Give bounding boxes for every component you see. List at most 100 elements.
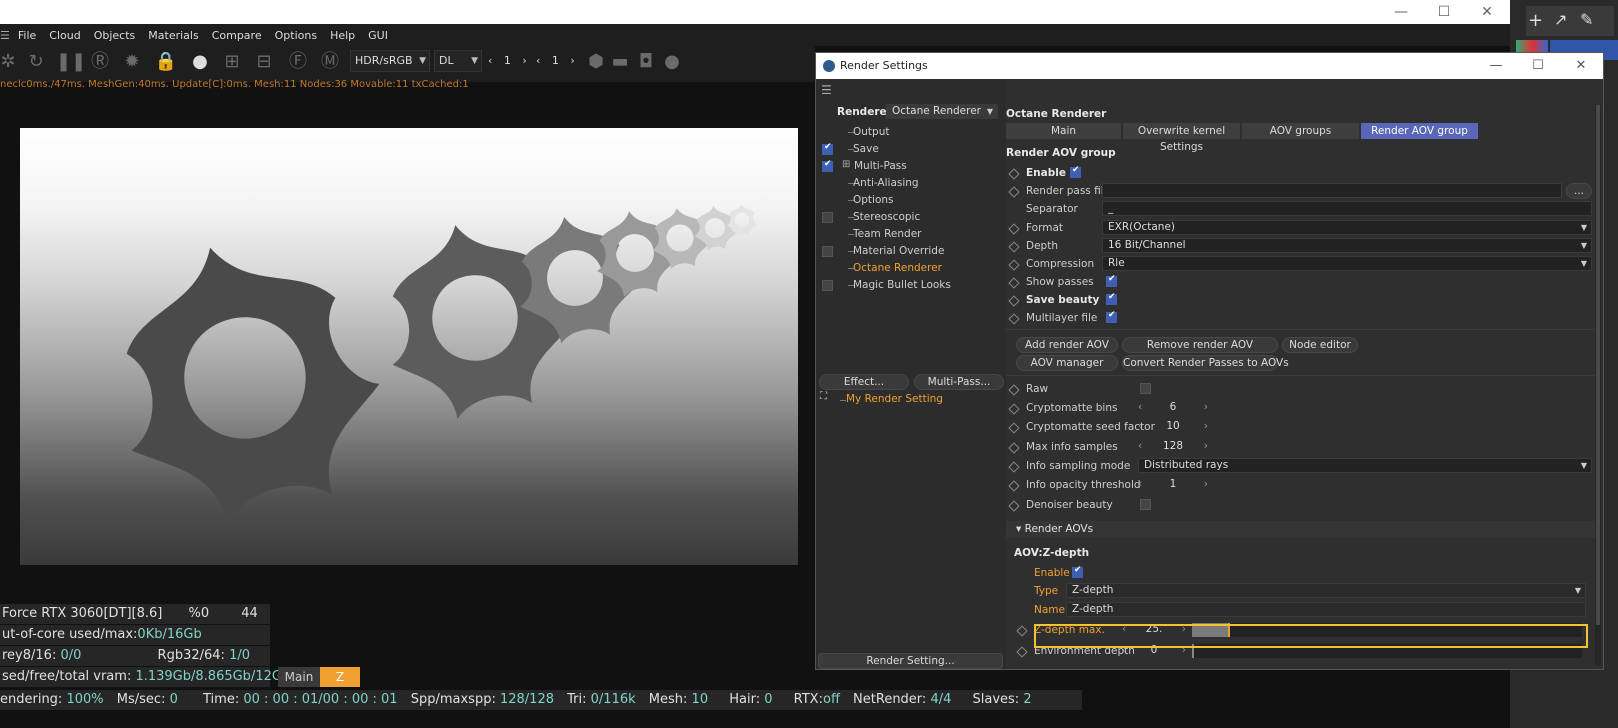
keyframe-diamond-icon[interactable] <box>1008 223 1020 235</box>
region-render-icon[interactable]: Ⓡ <box>88 50 112 74</box>
close-icon[interactable]: ✕ <box>1568 56 1594 76</box>
info-opacity-threshold-spinner[interactable]: ‹ 1 › <box>1138 477 1208 492</box>
tab-z[interactable]: Z <box>320 667 360 687</box>
menu-cloud[interactable]: Cloud <box>49 29 80 42</box>
multilayer-file-checkbox[interactable] <box>1106 310 1117 323</box>
tab-render-aov-group[interactable]: Render AOV group <box>1361 123 1478 139</box>
decrement-icon[interactable]: ‹ <box>1138 439 1142 454</box>
keyframe-diamond-icon[interactable] <box>1008 403 1020 415</box>
gear-icon[interactable]: ✲ <box>0 50 20 74</box>
plus-icon[interactable]: + <box>1528 10 1543 31</box>
format-select[interactable]: EXR(Octane) ▼ <box>1102 220 1592 235</box>
tab-overwrite-kernel[interactable]: Overwrite kernel Settings <box>1123 123 1240 153</box>
cryptomatte-seed-spinner[interactable]: ‹ 10 › <box>1138 419 1208 434</box>
color-space-select[interactable]: HDR/sRGB ▼ <box>350 50 430 72</box>
stereoscopic-checkbox[interactable] <box>822 212 833 223</box>
minimize-icon[interactable]: — <box>1483 56 1509 76</box>
tree-item-output[interactable]: Output <box>853 124 889 141</box>
menu-options[interactable]: Options <box>275 29 317 42</box>
menu-materials[interactable]: Materials <box>148 29 198 42</box>
aov-enable-checkbox[interactable] <box>1072 565 1083 578</box>
restart-icon[interactable]: ↻ <box>24 50 48 74</box>
magic-bullet-checkbox[interactable] <box>822 280 833 291</box>
arrow-icon[interactable]: ↗ <box>1554 10 1567 29</box>
keyframe-diamond-icon[interactable] <box>1008 168 1020 180</box>
keyframe-diamond-icon[interactable] <box>1008 259 1020 271</box>
tree-item-material-override[interactable]: Material Override <box>853 243 944 260</box>
decrement-icon[interactable]: ‹ <box>1138 400 1142 415</box>
settings-icon[interactable]: ✹ <box>120 50 144 74</box>
keyframe-diamond-icon[interactable] <box>1008 277 1020 289</box>
tree-item-octane-renderer[interactable]: Octane Renderer <box>853 260 942 277</box>
menu-compare[interactable]: Compare <box>212 29 262 42</box>
render-pass-file-input[interactable] <box>1102 183 1562 198</box>
circle-icon[interactable]: ● <box>660 50 684 74</box>
keyframe-diamond-icon[interactable] <box>1008 442 1020 454</box>
separator-input[interactable]: _ <box>1102 201 1592 216</box>
spinner-2[interactable]: ‹ 1 › <box>536 52 578 70</box>
render-setting-button[interactable]: Render Setting... <box>818 653 1003 669</box>
enable-checkbox[interactable] <box>1070 165 1081 178</box>
save-checkbox[interactable] <box>822 142 833 155</box>
menu-gui[interactable]: GUI <box>368 29 388 42</box>
maximize-icon[interactable]: ☐ <box>1433 2 1455 22</box>
film-icon[interactable]: ▬ <box>608 50 632 74</box>
node-editor-button[interactable]: Node editor <box>1282 337 1358 353</box>
increment-icon[interactable]: › <box>1204 419 1208 434</box>
expand-icon[interactable]: ⊞ <box>842 159 850 170</box>
denoiser-beauty-checkbox[interactable] <box>1140 499 1151 510</box>
tree-item-team-render[interactable]: Team Render <box>853 226 921 243</box>
minimize-icon[interactable]: — <box>1390 2 1412 22</box>
material-icon[interactable]: Ⓜ <box>318 50 342 74</box>
depth-select[interactable]: 16 Bit/Channel ▼ <box>1102 238 1592 253</box>
menu-objects[interactable]: Objects <box>94 29 136 42</box>
eyedropper-icon[interactable]: ✎ <box>1580 10 1593 29</box>
pause-icon[interactable]: ❚❚ <box>56 50 86 74</box>
hamburger-icon[interactable]: ☰ <box>0 29 10 42</box>
increment-icon[interactable]: › <box>1204 477 1208 492</box>
add-render-aov-button[interactable]: Add render AOV <box>1016 337 1118 353</box>
keyframe-diamond-icon[interactable] <box>1008 461 1020 473</box>
cube-icon[interactable]: ⬢ <box>584 50 608 74</box>
menu-help[interactable]: Help <box>330 29 355 42</box>
increment-icon[interactable]: › <box>1204 439 1208 454</box>
show-passes-checkbox[interactable] <box>1106 274 1117 287</box>
pick-icon[interactable]: ⊟ <box>252 50 276 74</box>
tree-item-options[interactable]: Options <box>853 192 894 209</box>
multi-pass-checkbox[interactable] <box>822 159 833 172</box>
keyframe-diamond-icon[interactable] <box>1008 422 1020 434</box>
max-info-samples-spinner[interactable]: ‹ 128 › <box>1138 439 1208 454</box>
scrollbar-track[interactable] <box>1595 105 1601 665</box>
kernel-select[interactable]: DL ▼ <box>434 50 482 72</box>
tab-main[interactable]: Main <box>278 667 320 687</box>
tree-item-stereoscopic[interactable]: Stereoscopic <box>853 209 920 226</box>
keyframe-diamond-icon[interactable] <box>1008 313 1020 325</box>
render-viewport[interactable] <box>20 128 798 565</box>
aov-name-input[interactable]: Z-depth <box>1066 602 1586 617</box>
add-object-icon[interactable]: ⊞ <box>220 50 244 74</box>
convert-render-passes-button[interactable]: Convert Render Passes to AOVs <box>1122 355 1289 371</box>
aov-manager-button[interactable]: AOV manager <box>1016 355 1118 371</box>
aov-type-select[interactable]: Z-depth ▼ <box>1066 583 1586 598</box>
tab-main-settings[interactable]: Main <box>1006 123 1121 139</box>
tree-item-multi-pass[interactable]: Multi-Pass <box>854 158 907 175</box>
keyframe-diamond-icon[interactable] <box>1016 625 1028 637</box>
effect-button[interactable]: Effect... <box>819 374 909 390</box>
compression-select[interactable]: Rle ▼ <box>1102 256 1592 271</box>
keyframe-diamond-icon[interactable] <box>1008 500 1020 512</box>
scrollbar-thumb[interactable] <box>1596 105 1600 625</box>
info-sampling-mode-select[interactable]: Distributed rays ▼ <box>1138 458 1592 473</box>
lock-icon[interactable]: 🔒 <box>154 50 178 74</box>
material-override-checkbox[interactable] <box>822 246 833 257</box>
hamburger-icon[interactable]: ☰ <box>821 83 832 97</box>
render-setting-item[interactable]: My Render Setting <box>846 391 943 408</box>
camera-icon[interactable]: ◘ <box>634 50 658 74</box>
tree-item-save[interactable]: Save <box>853 141 879 158</box>
sphere-icon[interactable]: ● <box>188 50 212 74</box>
spinner-1[interactable]: ‹ 1 › <box>488 52 530 70</box>
save-beauty-checkbox[interactable] <box>1106 292 1117 305</box>
tab-aov-groups[interactable]: AOV groups <box>1242 123 1359 139</box>
decrement-icon[interactable]: ‹ <box>1138 477 1142 492</box>
close-icon[interactable]: ✕ <box>1476 2 1498 22</box>
focus-icon[interactable]: Ⓕ <box>286 50 310 74</box>
